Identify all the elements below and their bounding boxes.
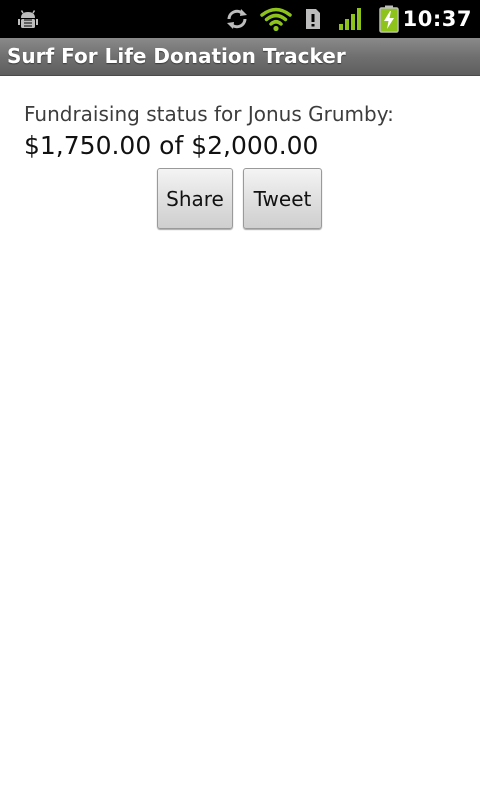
android-debug-icon — [14, 0, 42, 38]
share-button[interactable]: Share — [157, 168, 233, 229]
sim-card-icon — [303, 0, 323, 38]
sync-icon — [223, 0, 251, 38]
signal-icon — [337, 0, 365, 38]
fundraising-amount: $1,750.00 of $2,000.00 — [24, 131, 319, 160]
battery-charging-icon — [377, 0, 401, 38]
title-bar: Surf For Life Donation Tracker — [0, 38, 480, 76]
fundraising-status-label: Fundraising status for Jonus Grumby: — [24, 102, 394, 126]
status-clock: 10:37 — [402, 7, 472, 31]
status-bar: 10:37 — [0, 0, 480, 38]
tweet-button-label: Tweet — [253, 186, 312, 211]
wifi-icon — [259, 0, 293, 38]
tweet-button[interactable]: Tweet — [243, 168, 322, 229]
share-button-label: Share — [166, 186, 224, 211]
app-title: Surf For Life Donation Tracker — [7, 44, 346, 68]
